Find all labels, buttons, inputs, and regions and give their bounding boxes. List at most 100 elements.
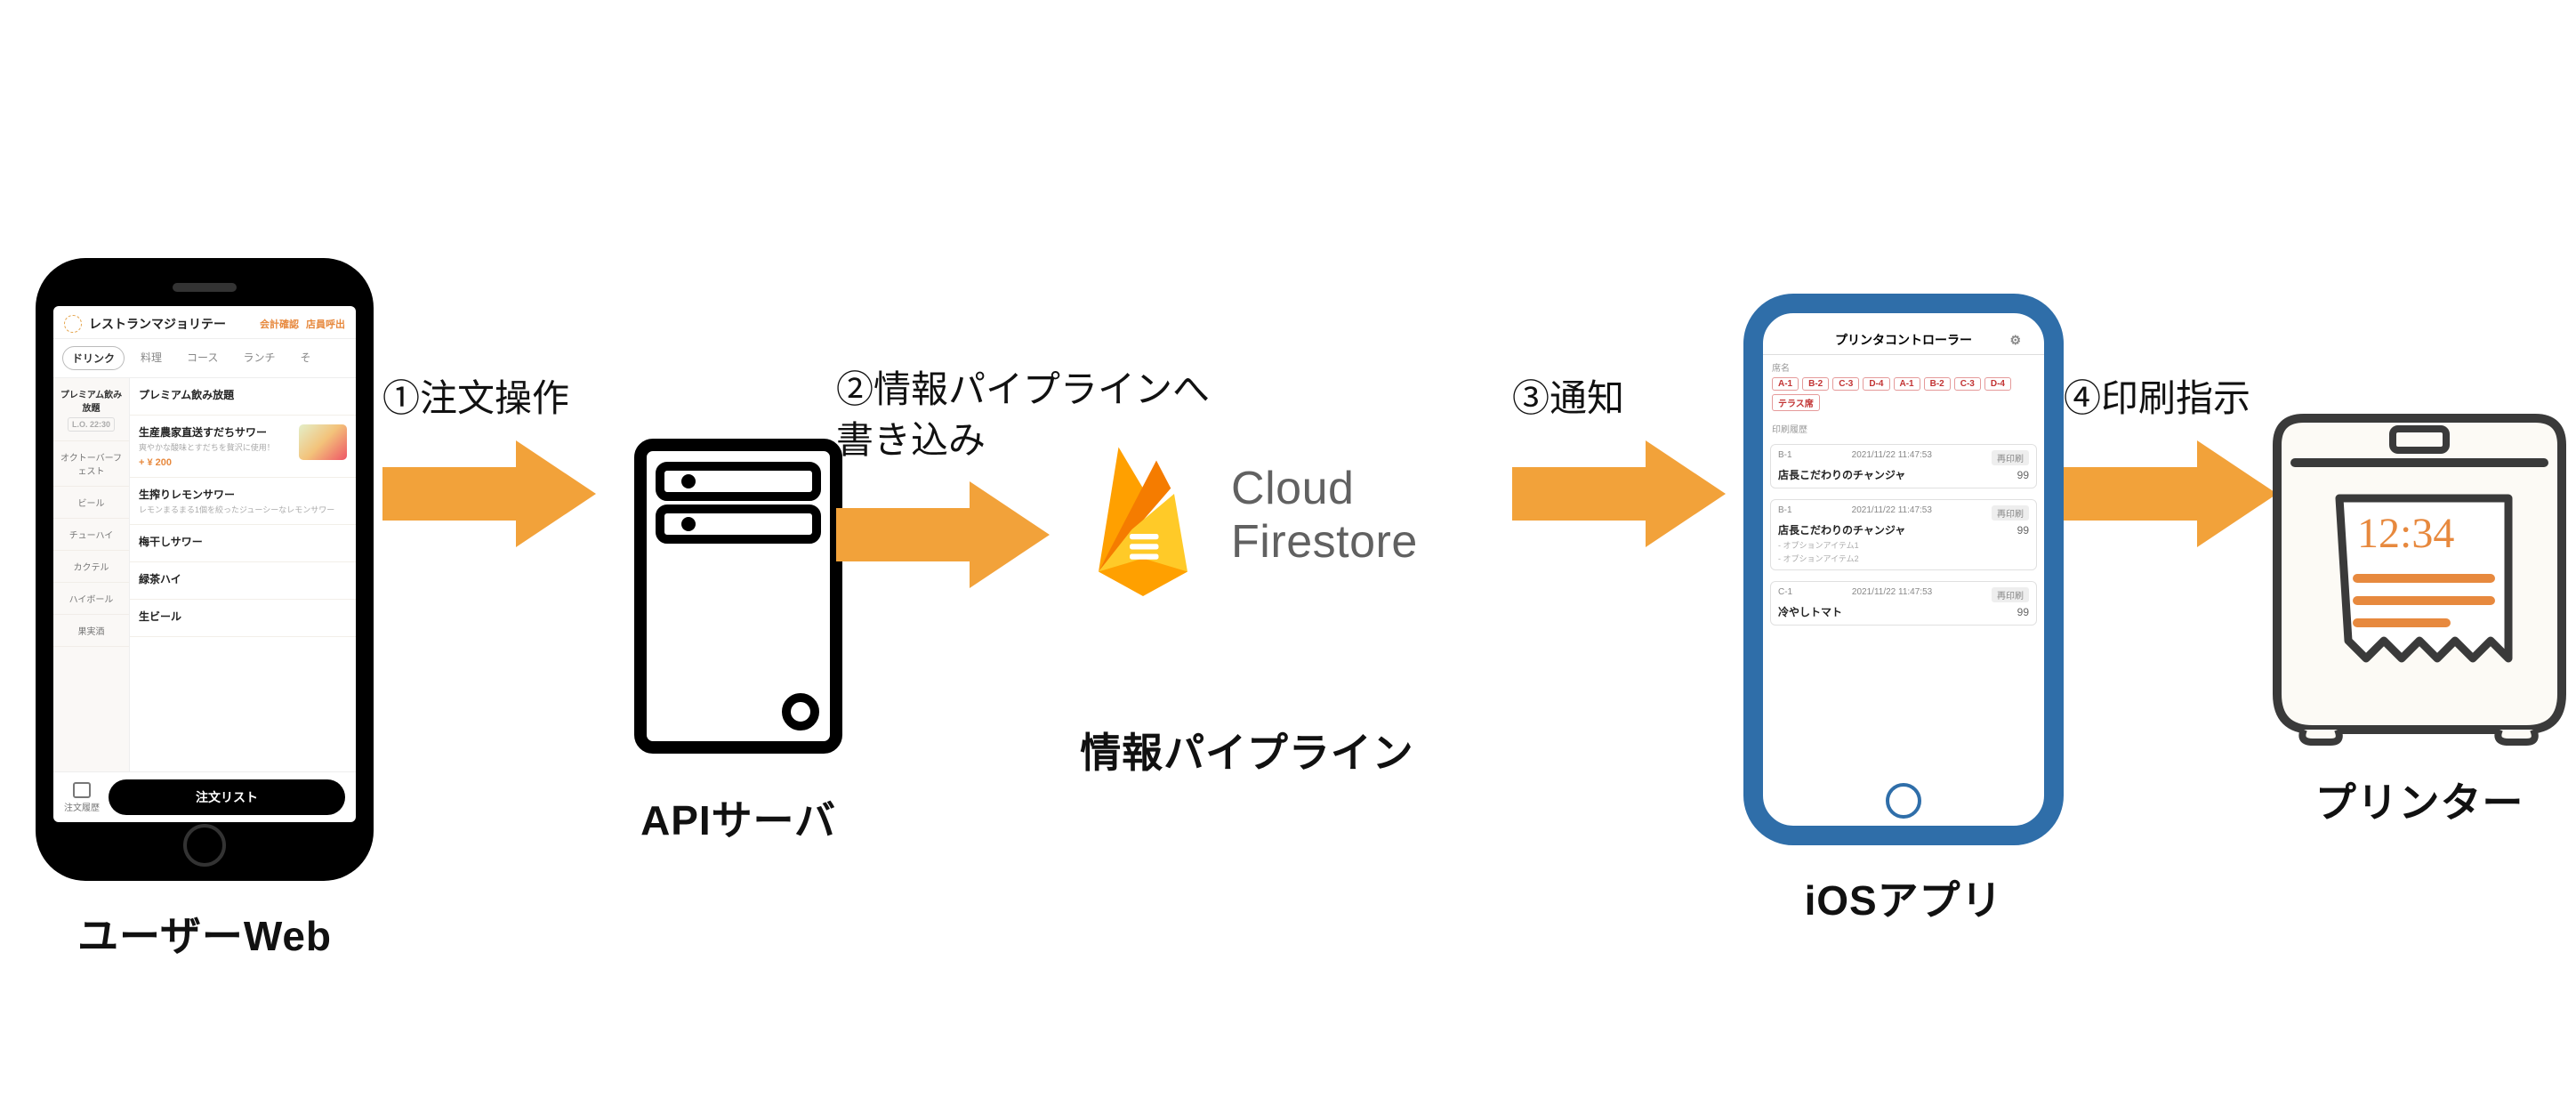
card-ts: 2021/11/22 11:47:53 (1852, 587, 1932, 602)
print-card: B-1 2021/11/22 11:47:53 再印刷 店長こだわりのチャンジャ… (1770, 444, 2037, 488)
table-chips: A-1 B-2 C-3 D-4 A-1 B-2 C-3 D-4 テラス席 (1772, 377, 2035, 411)
uw-tab-lunch[interactable]: ランチ (234, 346, 284, 370)
phone-frame-black: レストランマジョリテー 会計確認 店員呼出 ドリンク 料理 コース ランチ そ … (36, 258, 374, 881)
arrow-icon (836, 472, 1050, 597)
card-qty: 99 (2017, 524, 2029, 537)
uw-cat-fruit[interactable]: 果実酒 (53, 615, 129, 647)
card-opt: - オプションアイテム1 (1778, 539, 2029, 551)
uw-item[interactable]: プレミアム飲み放題 (130, 378, 356, 416)
printer-icon: 12:34 (2242, 374, 2576, 747)
table-chip[interactable]: C-3 (1832, 377, 1859, 391)
node-printer: 12:34 プリンター (2242, 374, 2576, 829)
ios-screen: プリンタコントローラー ⚙ 席名 A-1 B-2 C-3 D-4 A-1 B-2… (1763, 326, 2044, 781)
table-chip[interactable]: A-1 (1894, 377, 1920, 391)
table-chip[interactable]: B-2 (1924, 377, 1951, 391)
node-pipeline: Cloud Firestore 情報パイプライン (1076, 427, 1418, 779)
ios-header: プリンタコントローラー ⚙ (1763, 326, 2044, 355)
gear-icon[interactable]: ⚙ (2009, 333, 2021, 348)
order-list-label: 注文リスト (196, 788, 258, 806)
uw-item[interactable]: 緑茶ハイ (130, 562, 356, 600)
uw-tab-drink[interactable]: ドリンク (62, 346, 125, 370)
ios-history-section: 印刷履歴 (1763, 416, 2044, 439)
uw-item[interactable]: 生搾りレモンサワー レモンまるまる1個を絞ったジューシーなレモンサワー (130, 478, 356, 526)
reprint-button[interactable]: 再印刷 (1992, 587, 2029, 602)
arrow-3: ③通知 (1512, 374, 1726, 556)
uw-tab-course[interactable]: コース (178, 346, 227, 370)
uw-cat-highball[interactable]: ハイボール (53, 583, 129, 615)
card-qty: 99 (2017, 469, 2029, 481)
card-name: 冷やしトマト (1778, 604, 1842, 619)
phone-speaker (173, 283, 237, 292)
uw-link-call[interactable]: 店員呼出 (306, 317, 345, 331)
history-icon (73, 782, 91, 798)
order-list-button[interactable]: 注文リスト (109, 779, 345, 815)
caption-user-web: ユーザーWeb (77, 904, 332, 963)
table-chip[interactable]: C-3 (1954, 377, 1981, 391)
arrow-icon (382, 432, 596, 556)
node-api-server: APIサーバ (623, 427, 854, 847)
uw-cat-premium[interactable]: プレミアム飲み放題 L.O. 22:30 (53, 378, 129, 441)
card-seat: B-1 (1778, 505, 1792, 521)
table-chip[interactable]: テラス席 (1772, 394, 1820, 411)
card-ts: 2021/11/22 11:47:53 (1852, 505, 1932, 521)
card-name: 店長こだわりのチャンジャ (1778, 467, 1905, 482)
diagram-stage: レストランマジョリテー 会計確認 店員呼出 ドリンク 料理 コース ランチ そ … (0, 0, 2576, 1114)
card-opt: - オプションアイテム2 (1778, 553, 2029, 564)
home-button-icon (183, 824, 226, 867)
print-card: C-1 2021/11/22 11:47:53 再印刷 冷やしトマト 99 (1770, 581, 2037, 626)
arrow-3-label: ③通知 (1512, 374, 1624, 424)
firestore-line1: Cloud (1231, 463, 1418, 516)
uw-tabs: ドリンク 料理 コース ランチ そ (53, 339, 356, 378)
tables-label: 席名 (1772, 360, 2035, 374)
table-chip[interactable]: D-4 (1984, 377, 2011, 391)
uw-item-name: プレミアム飲み放題 (139, 387, 347, 402)
history-label: 注文履歴 (64, 800, 100, 813)
caption-printer: プリンター (2315, 771, 2524, 829)
reprint-button[interactable]: 再印刷 (1992, 450, 2029, 465)
uw-cat-okt[interactable]: オクトーバーフェスト (53, 441, 129, 487)
server-icon (623, 427, 854, 765)
arrow-1: ①注文操作 (382, 374, 596, 556)
uw-main: プレミアム飲み放題 生産農家直送すだちサワー 爽やかな酸味とすだちを贅沢に使用！… (130, 378, 356, 771)
uw-item[interactable]: 生ビール (130, 600, 356, 637)
node-user-web: レストランマジョリテー 会計確認 店員呼出 ドリンク 料理 コース ランチ そ … (36, 258, 374, 963)
uw-item-name: 生搾りレモンサワー (139, 487, 347, 502)
uw-cat-chuhai[interactable]: チューハイ (53, 519, 129, 551)
user-web-screen: レストランマジョリテー 会計確認 店員呼出 ドリンク 料理 コース ランチ そ … (53, 306, 356, 822)
uw-item[interactable]: 生産農家直送すだちサワー 爽やかな酸味とすだちを贅沢に使用！ + ¥ 200 (130, 416, 356, 478)
reprint-button[interactable]: 再印刷 (1992, 505, 2029, 521)
card-qty: 99 (2017, 606, 2029, 618)
uw-item-name: 緑茶ハイ (139, 571, 347, 586)
menu-thumb (299, 424, 347, 460)
firebase-icon (1076, 427, 1210, 605)
table-chip[interactable]: D-4 (1863, 377, 1889, 391)
firestore-text: Cloud Firestore (1231, 463, 1418, 569)
firestore-logo-block: Cloud Firestore (1076, 427, 1418, 605)
table-chip[interactable]: A-1 (1772, 377, 1799, 391)
caption-api-server: APIサーバ (640, 788, 836, 847)
uw-header: レストランマジョリテー 会計確認 店員呼出 (53, 306, 356, 339)
uw-cat-beer[interactable]: ビール (53, 487, 129, 519)
table-chip[interactable]: B-2 (1802, 377, 1829, 391)
uw-title: レストランマジョリテー (89, 315, 253, 333)
history-label: 印刷履歴 (1772, 422, 2035, 435)
uw-cat-cocktail[interactable]: カクテル (53, 551, 129, 583)
uw-tab-more[interactable]: そ (291, 346, 319, 370)
card-seat: B-1 (1778, 450, 1792, 465)
uw-body: プレミアム飲み放題 L.O. 22:30 オクトーバーフェスト ビール チューハ… (53, 378, 356, 771)
uw-link-bill[interactable]: 会計確認 (260, 317, 299, 331)
uw-footer: 注文履歴 注文リスト (53, 771, 356, 822)
uw-cat-premium-label: プレミアム飲み放題 (59, 387, 124, 414)
order-history-button[interactable]: 注文履歴 (64, 782, 100, 813)
phone-frame-blue: プリンタコントローラー ⚙ 席名 A-1 B-2 C-3 D-4 A-1 B-2… (1743, 294, 2064, 845)
uw-item-name: 梅干しサワー (139, 534, 347, 549)
uw-item[interactable]: 梅干しサワー (130, 525, 356, 562)
uw-item-name: 生ビール (139, 609, 347, 624)
card-seat: C-1 (1778, 587, 1792, 602)
arrow-4-label: ④印刷指示 (2064, 374, 2250, 424)
uw-tab-food[interactable]: 料理 (132, 346, 171, 370)
lo-badge: L.O. 22:30 (68, 417, 115, 432)
ticket-time: 12:34 (2357, 510, 2454, 557)
caption-ios-app: iOSアプリ (1805, 868, 2003, 927)
card-ts: 2021/11/22 11:47:53 (1852, 450, 1932, 465)
